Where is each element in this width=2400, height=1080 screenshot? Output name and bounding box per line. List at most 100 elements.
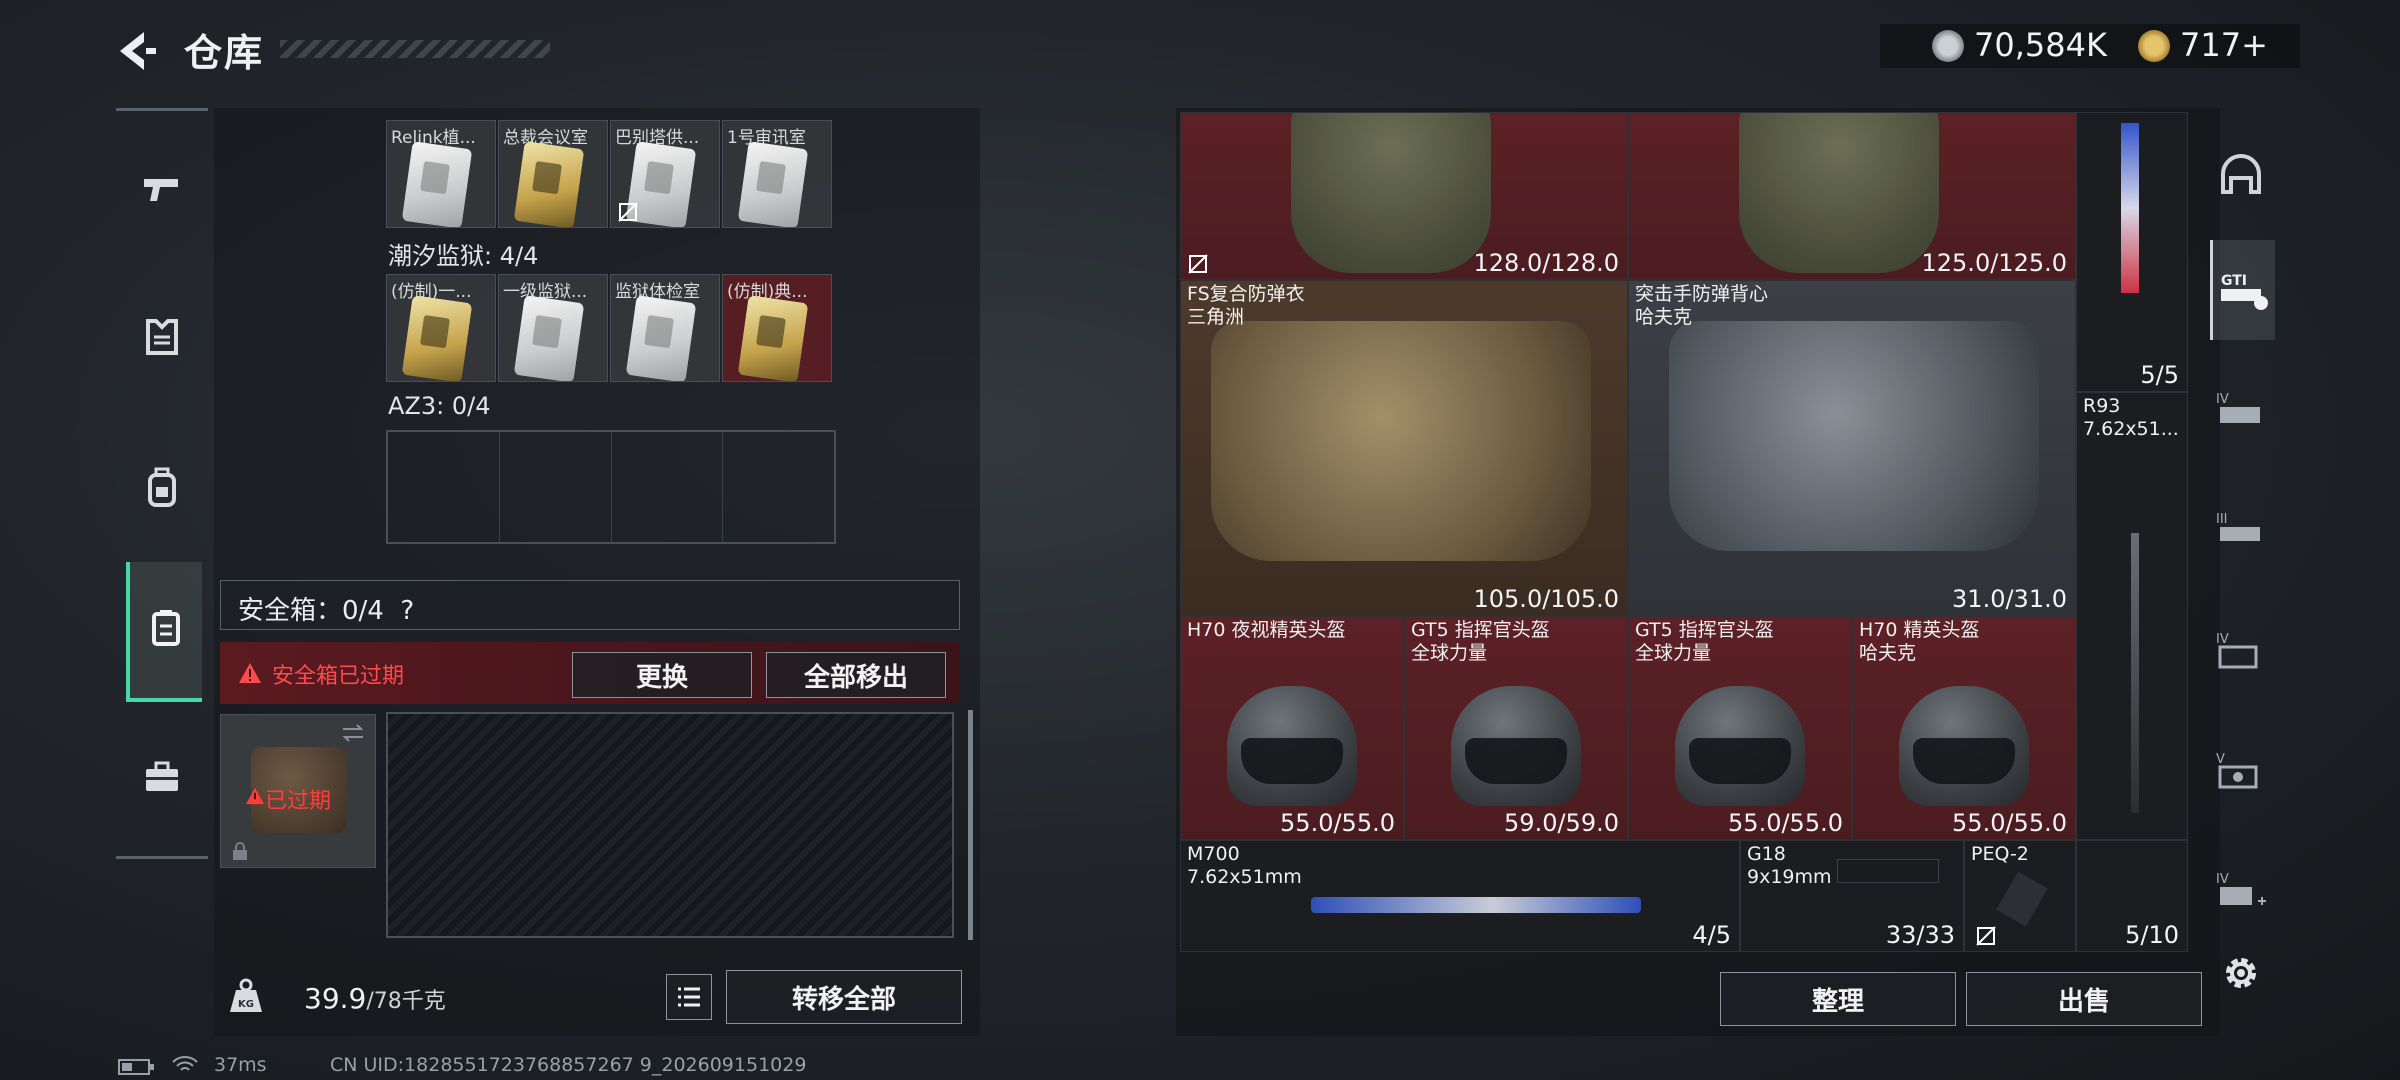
title-decoration (280, 40, 550, 58)
armor-class-icon: V (2216, 752, 2258, 789)
inventory-item-peq2[interactable]: PEQ-2 (1964, 840, 2076, 952)
backpack-icon (148, 467, 176, 507)
inventory-item-vest[interactable]: 125.0/125.0 (1628, 112, 2076, 280)
svg-text:IV: IV (2216, 872, 2229, 887)
inventory-item-helmet[interactable]: H70 精英头盔 哈夫克 55.0/55.0 (1852, 616, 2076, 840)
helmet-image (1899, 685, 2029, 806)
inventory-item-assault-vest[interactable]: 突击手防弹背心 哈夫克 31.0/31.0 (1628, 280, 2076, 616)
gold-coin-icon (2138, 30, 2170, 62)
az3-empty-grid[interactable] (386, 430, 836, 544)
svg-text:KG: KG (238, 999, 254, 1010)
armor-class-icon: III (2216, 512, 2260, 541)
nav-safe-box[interactable] (126, 562, 202, 702)
wifi-icon (172, 1056, 198, 1071)
inventory-item-helmet[interactable]: H70 夜视精英头盔 55.0/55.0 (1180, 616, 1404, 840)
nav-divider (116, 108, 208, 111)
lock-icon (233, 842, 247, 860)
keycard-slot[interactable]: 监狱体检室 (610, 274, 720, 382)
side-tab-armor-v[interactable]: V (2210, 720, 2272, 820)
vest-image (1291, 113, 1491, 273)
settings-button[interactable] (2210, 928, 2272, 1018)
safe-box-icon (152, 610, 180, 646)
currency-silver: 70,584K (1974, 26, 2107, 64)
az3-section-title: AZ3: 0/4 (388, 392, 491, 420)
safe-box-item[interactable]: 已过期 (220, 714, 376, 868)
back-arrow-icon[interactable] (112, 26, 162, 76)
replace-button[interactable]: 更换 (572, 652, 752, 698)
helmet-image (1227, 685, 1357, 806)
nav-armor[interactable] (116, 272, 208, 402)
nav-toolkit[interactable] (116, 712, 208, 842)
pistol-icon (144, 179, 178, 201)
keycard-slot[interactable]: 总裁会议室 (498, 120, 608, 228)
side-tab-armor-iv-2[interactable]: IV (2210, 600, 2272, 700)
rifle-image (1311, 897, 1641, 913)
no-trade-icon (1976, 926, 1996, 946)
no-trade-icon (1188, 254, 1208, 274)
sell-button[interactable]: 出售 (1966, 972, 2202, 1026)
nav-backpack[interactable] (116, 422, 208, 552)
keycard-image (737, 141, 809, 227)
uid-text: CN UID:1828551723768857267 9_20260915102… (330, 1054, 807, 1076)
gear-icon (2226, 958, 2256, 988)
inventory-item-m700[interactable]: M700 7.62x51mm 4/5 (1180, 840, 1740, 952)
keycard-slot[interactable]: 一级监狱... (498, 274, 608, 382)
keycard-image (737, 295, 809, 381)
side-tab-gti[interactable]: GTI (2210, 240, 2275, 340)
prison-section-title: 潮汐监狱: 4/4 (388, 242, 539, 270)
help-icon[interactable]: ? (400, 596, 414, 626)
armor-class-icon: IV (2216, 632, 2258, 669)
no-trade-icon (618, 202, 638, 222)
side-tab-armor-iii[interactable]: III (2210, 480, 2272, 580)
nav-weapons[interactable] (116, 122, 208, 252)
keycard-image (401, 295, 473, 381)
svg-text:V: V (2216, 752, 2225, 767)
warning-icon (246, 787, 264, 805)
armor-class-icon: IV (2216, 392, 2260, 423)
nav-divider (116, 856, 208, 859)
side-tab-helmet[interactable] (2210, 126, 2272, 226)
vest-image (1211, 321, 1591, 561)
battery-icon (118, 1059, 154, 1075)
swap-icon (342, 724, 364, 742)
keycard-image (513, 295, 585, 381)
rifle-image (2131, 533, 2139, 813)
gti-icon: GTI (2221, 273, 2268, 310)
laser-image (1996, 871, 2048, 927)
scrollbar[interactable] (968, 710, 973, 940)
silver-coin-icon (1932, 30, 1964, 62)
organize-button[interactable]: 整理 (1720, 972, 1956, 1026)
side-tab-armor-iv[interactable]: IV (2210, 360, 2272, 460)
keycard-slot[interactable]: (仿制)一... (386, 274, 496, 382)
remove-all-button[interactable]: 全部移出 (766, 652, 946, 698)
weight-value: 39.9/78千克 (304, 982, 446, 1015)
keycard-slot[interactable]: 1号审讯室 (722, 120, 832, 228)
keycard-image (625, 295, 697, 381)
vest-image (1739, 113, 1939, 273)
keycard-slot[interactable]: 巴别塔供... (610, 120, 720, 228)
inventory-item-rifle[interactable]: 5/5 (2076, 112, 2188, 392)
side-tab-armor-iv-plus[interactable]: IV (2210, 840, 2272, 940)
inventory-item-fs-vest[interactable]: FS复合防弹衣 三角洲 105.0/105.0 (1180, 280, 1628, 616)
page-title: 仓库 (184, 31, 265, 75)
armor-class-icon: IV (2216, 872, 2266, 905)
safe-box-grid[interactable] (386, 712, 954, 938)
helmet-slot-icon (2221, 154, 2261, 194)
svg-text:IV: IV (2216, 392, 2229, 407)
inventory-item-g18[interactable]: G18 9x19mm 33/33 (1740, 840, 1964, 952)
inventory-item-vest[interactable]: 128.0/128.0 (1180, 112, 1628, 280)
transfer-all-button[interactable]: 转移全部 (726, 970, 962, 1024)
helmet-image (1451, 685, 1581, 806)
inventory-item-sniper[interactable]: 5/10 (2076, 840, 2188, 952)
inventory-item-helmet[interactable]: GT5 指挥官头盔 全球力量 55.0/55.0 (1628, 616, 1852, 840)
svg-text:III: III (2216, 512, 2228, 527)
inventory-item-helmet[interactable]: GT5 指挥官头盔 全球力量 59.0/59.0 (1404, 616, 1628, 840)
keycard-slot[interactable]: (仿制)典... (722, 274, 832, 382)
keycard-slot[interactable]: Relink植... (386, 120, 496, 228)
inventory-item-r93[interactable]: R93 7.62x51... (2076, 392, 2188, 840)
currency-gold[interactable]: 717+ (2180, 26, 2268, 64)
list-view-button[interactable] (666, 974, 712, 1020)
expired-label: 已过期 (265, 789, 332, 814)
warning-icon (239, 663, 261, 683)
toolbox-icon (146, 761, 178, 791)
